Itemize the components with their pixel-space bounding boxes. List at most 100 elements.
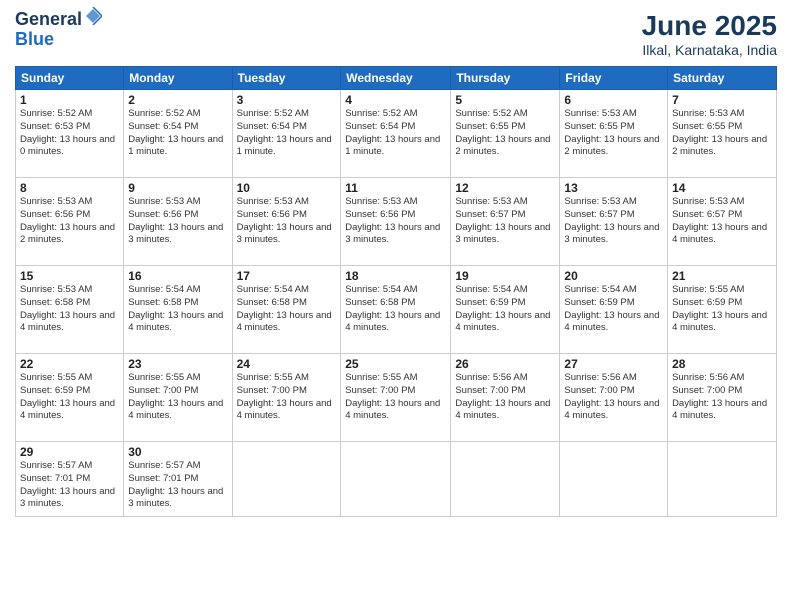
table-row: 20 Sunrise: 5:54 AMSunset: 6:59 PMDaylig…	[560, 266, 668, 354]
table-row: 7 Sunrise: 5:53 AMSunset: 6:55 PMDayligh…	[668, 90, 777, 178]
day-number: 15	[20, 269, 119, 283]
table-row: 21 Sunrise: 5:55 AMSunset: 6:59 PMDaylig…	[668, 266, 777, 354]
day-number: 26	[455, 357, 555, 371]
calendar-table: Sunday Monday Tuesday Wednesday Thursday…	[15, 66, 777, 517]
table-row: 30 Sunrise: 5:57 AMSunset: 7:01 PMDaylig…	[124, 442, 232, 517]
table-row	[560, 442, 668, 517]
logo-blue: Blue	[15, 30, 102, 50]
day-number: 11	[345, 181, 446, 195]
table-row: 27 Sunrise: 5:56 AMSunset: 7:00 PMDaylig…	[560, 354, 668, 442]
day-number: 24	[237, 357, 337, 371]
day-number: 8	[20, 181, 119, 195]
day-info: Sunrise: 5:52 AMSunset: 6:54 PMDaylight:…	[345, 108, 446, 159]
table-row: 25 Sunrise: 5:55 AMSunset: 7:00 PMDaylig…	[341, 354, 451, 442]
day-number: 7	[672, 93, 772, 107]
day-number: 16	[128, 269, 227, 283]
calendar-header-row: Sunday Monday Tuesday Wednesday Thursday…	[16, 67, 777, 90]
calendar-week-5: 29 Sunrise: 5:57 AMSunset: 7:01 PMDaylig…	[16, 442, 777, 517]
col-monday: Monday	[124, 67, 232, 90]
col-tuesday: Tuesday	[232, 67, 341, 90]
table-row: 14 Sunrise: 5:53 AMSunset: 6:57 PMDaylig…	[668, 178, 777, 266]
day-info: Sunrise: 5:54 AMSunset: 6:58 PMDaylight:…	[237, 284, 337, 335]
table-row: 11 Sunrise: 5:53 AMSunset: 6:56 PMDaylig…	[341, 178, 451, 266]
col-sunday: Sunday	[16, 67, 124, 90]
day-number: 21	[672, 269, 772, 283]
table-row: 28 Sunrise: 5:56 AMSunset: 7:00 PMDaylig…	[668, 354, 777, 442]
day-info: Sunrise: 5:53 AMSunset: 6:56 PMDaylight:…	[237, 196, 337, 247]
calendar-week-2: 8 Sunrise: 5:53 AMSunset: 6:56 PMDayligh…	[16, 178, 777, 266]
col-wednesday: Wednesday	[341, 67, 451, 90]
day-info: Sunrise: 5:53 AMSunset: 6:56 PMDaylight:…	[20, 196, 119, 247]
day-number: 3	[237, 93, 337, 107]
calendar-week-4: 22 Sunrise: 5:55 AMSunset: 6:59 PMDaylig…	[16, 354, 777, 442]
day-info: Sunrise: 5:55 AMSunset: 7:00 PMDaylight:…	[128, 372, 227, 423]
day-number: 20	[564, 269, 663, 283]
day-info: Sunrise: 5:57 AMSunset: 7:01 PMDaylight:…	[128, 460, 227, 511]
table-row: 17 Sunrise: 5:54 AMSunset: 6:58 PMDaylig…	[232, 266, 341, 354]
calendar-week-1: 1 Sunrise: 5:52 AMSunset: 6:53 PMDayligh…	[16, 90, 777, 178]
table-row: 29 Sunrise: 5:57 AMSunset: 7:01 PMDaylig…	[16, 442, 124, 517]
table-row: 4 Sunrise: 5:52 AMSunset: 6:54 PMDayligh…	[341, 90, 451, 178]
day-number: 12	[455, 181, 555, 195]
day-number: 30	[128, 445, 227, 459]
day-info: Sunrise: 5:55 AMSunset: 6:59 PMDaylight:…	[20, 372, 119, 423]
table-row	[341, 442, 451, 517]
table-row: 10 Sunrise: 5:53 AMSunset: 6:56 PMDaylig…	[232, 178, 341, 266]
day-number: 18	[345, 269, 446, 283]
table-row: 22 Sunrise: 5:55 AMSunset: 6:59 PMDaylig…	[16, 354, 124, 442]
month-title: June 2025	[642, 10, 777, 42]
calendar-page: General Blue June 2025 Ilkal, Karnataka,…	[0, 0, 792, 612]
day-info: Sunrise: 5:53 AMSunset: 6:57 PMDaylight:…	[455, 196, 555, 247]
table-row: 15 Sunrise: 5:53 AMSunset: 6:58 PMDaylig…	[16, 266, 124, 354]
col-saturday: Saturday	[668, 67, 777, 90]
day-info: Sunrise: 5:53 AMSunset: 6:56 PMDaylight:…	[128, 196, 227, 247]
day-info: Sunrise: 5:54 AMSunset: 6:58 PMDaylight:…	[128, 284, 227, 335]
day-info: Sunrise: 5:53 AMSunset: 6:57 PMDaylight:…	[672, 196, 772, 247]
day-info: Sunrise: 5:54 AMSunset: 6:59 PMDaylight:…	[564, 284, 663, 335]
logo: General Blue	[15, 10, 102, 50]
day-number: 6	[564, 93, 663, 107]
day-number: 14	[672, 181, 772, 195]
table-row	[668, 442, 777, 517]
day-number: 13	[564, 181, 663, 195]
col-friday: Friday	[560, 67, 668, 90]
day-info: Sunrise: 5:56 AMSunset: 7:00 PMDaylight:…	[564, 372, 663, 423]
table-row: 23 Sunrise: 5:55 AMSunset: 7:00 PMDaylig…	[124, 354, 232, 442]
logo-icon	[84, 7, 102, 25]
day-number: 5	[455, 93, 555, 107]
day-number: 23	[128, 357, 227, 371]
day-info: Sunrise: 5:55 AMSunset: 7:00 PMDaylight:…	[345, 372, 446, 423]
table-row: 1 Sunrise: 5:52 AMSunset: 6:53 PMDayligh…	[16, 90, 124, 178]
table-row: 18 Sunrise: 5:54 AMSunset: 6:58 PMDaylig…	[341, 266, 451, 354]
table-row: 5 Sunrise: 5:52 AMSunset: 6:55 PMDayligh…	[451, 90, 560, 178]
table-row: 16 Sunrise: 5:54 AMSunset: 6:58 PMDaylig…	[124, 266, 232, 354]
table-row: 2 Sunrise: 5:52 AMSunset: 6:54 PMDayligh…	[124, 90, 232, 178]
day-number: 28	[672, 357, 772, 371]
day-info: Sunrise: 5:52 AMSunset: 6:54 PMDaylight:…	[128, 108, 227, 159]
day-number: 25	[345, 357, 446, 371]
day-info: Sunrise: 5:53 AMSunset: 6:55 PMDaylight:…	[672, 108, 772, 159]
day-info: Sunrise: 5:55 AMSunset: 7:00 PMDaylight:…	[237, 372, 337, 423]
table-row: 24 Sunrise: 5:55 AMSunset: 7:00 PMDaylig…	[232, 354, 341, 442]
table-row: 26 Sunrise: 5:56 AMSunset: 7:00 PMDaylig…	[451, 354, 560, 442]
day-number: 10	[237, 181, 337, 195]
day-info: Sunrise: 5:54 AMSunset: 6:59 PMDaylight:…	[455, 284, 555, 335]
day-number: 29	[20, 445, 119, 459]
day-number: 19	[455, 269, 555, 283]
day-info: Sunrise: 5:54 AMSunset: 6:58 PMDaylight:…	[345, 284, 446, 335]
day-number: 17	[237, 269, 337, 283]
day-info: Sunrise: 5:52 AMSunset: 6:55 PMDaylight:…	[455, 108, 555, 159]
table-row	[451, 442, 560, 517]
table-row: 6 Sunrise: 5:53 AMSunset: 6:55 PMDayligh…	[560, 90, 668, 178]
table-row: 19 Sunrise: 5:54 AMSunset: 6:59 PMDaylig…	[451, 266, 560, 354]
calendar-week-3: 15 Sunrise: 5:53 AMSunset: 6:58 PMDaylig…	[16, 266, 777, 354]
header: General Blue June 2025 Ilkal, Karnataka,…	[15, 10, 777, 58]
location-title: Ilkal, Karnataka, India	[642, 42, 777, 58]
table-row: 3 Sunrise: 5:52 AMSunset: 6:54 PMDayligh…	[232, 90, 341, 178]
title-block: June 2025 Ilkal, Karnataka, India	[642, 10, 777, 58]
day-info: Sunrise: 5:52 AMSunset: 6:53 PMDaylight:…	[20, 108, 119, 159]
day-info: Sunrise: 5:52 AMSunset: 6:54 PMDaylight:…	[237, 108, 337, 159]
table-row: 13 Sunrise: 5:53 AMSunset: 6:57 PMDaylig…	[560, 178, 668, 266]
day-number: 1	[20, 93, 119, 107]
day-number: 22	[20, 357, 119, 371]
